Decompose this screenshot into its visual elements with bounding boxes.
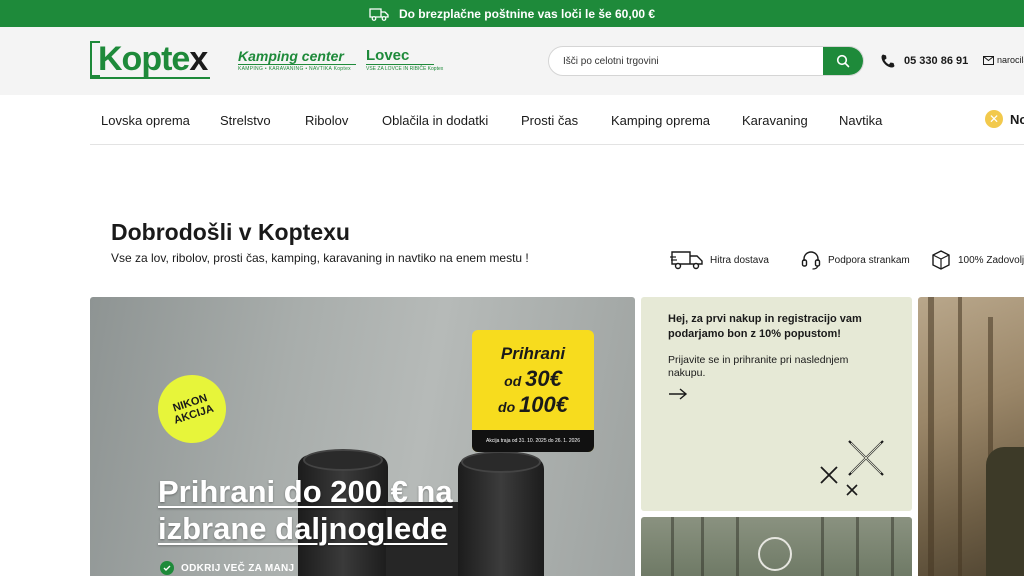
feature-satisfaction: 100% Zadovoljstvo [930,249,1024,271]
email-link[interactable]: narocila@koptex.si [983,55,1024,65]
nav-item-lovska-oprema[interactable]: Lovska oprema [101,113,190,128]
savings-promo-box: Prihrani od 30€ do 100€ Akcija traja od … [472,330,594,452]
hero-cta-link[interactable]: ODKRIJ VEČ ZA MANJ [160,561,294,575]
welcome-title: Dobrodošli v Koptexu [111,219,350,245]
hunting-image-card[interactable] [918,297,1024,576]
page: Do brezplačne poštnine vas loči le še 60… [0,0,1024,576]
lovec-logo[interactable]: Lovec VSE ZA LOVCE IN RIBIČE Koptex [366,47,444,72]
nav-item-novo[interactable]: ✕ Novo [985,110,1024,128]
lovec-title: Lovec [366,47,410,64]
phone-link[interactable]: 05 330 86 91 [880,53,968,69]
search-button[interactable] [823,47,863,75]
bonus-title: Hej, za prvi nakup in registracijo vam p… [668,313,862,340]
nav-item-kamping-oprema[interactable]: Kamping oprema [611,113,710,128]
box-check-icon [932,250,950,270]
search-input[interactable] [549,47,825,75]
hunter-image [986,447,1024,576]
headset-icon [801,251,821,270]
close-circle-icon: ✕ [985,110,1003,128]
nav-item-strelstvo[interactable]: Strelstvo [220,113,271,128]
logo-x: x [189,40,208,78]
koptex-logo[interactable]: Koptex [90,39,212,79]
nikon-akcija-badge: NIKON AKCIJA [149,366,235,452]
kamping-center-logo[interactable]: Kamping center KAMPING • KARAVANING • NA… [238,48,356,72]
welcome-subtitle: Vse za lov, ribolov, prosti čas, kamping… [111,251,529,265]
nav-item-karavaning[interactable]: Karavaning [742,113,808,128]
envelope-icon [983,55,994,65]
promo-dates: Akcija traja od 31. 10. 2025 do 26. 1. 2… [472,430,594,452]
truck-icon [670,251,703,270]
feature-label: 100% Zadovoljstvo [958,254,1024,266]
lovec-subtitle: VSE ZA LOVCE IN RIBIČE Koptex [366,64,444,72]
kamping-title: Kamping center [238,48,344,64]
kamping-subtitle: KAMPING • KARAVANING • NAVTIKA Koptex [238,64,356,72]
phone-icon [881,54,895,68]
logo-text: Kopte [98,40,190,78]
email-address: narocila@koptex.si [997,55,1024,65]
cross-marks-icon [820,440,884,496]
truck-icon [369,7,389,21]
feature-fast-delivery: Hitra dostava [670,249,769,271]
arrow-right-icon[interactable] [668,388,688,400]
hero-title[interactable]: Prihrani do 200 € na izbrane daljnoglede [158,473,488,547]
registration-bonus-card[interactable]: Hej, za prvi nakup in registracijo vam p… [641,297,912,511]
phone-number: 05 330 86 91 [904,55,969,67]
feature-label: Podpora strankam [828,254,910,266]
free-shipping-bar: Do brezplačne poštnine vas loči le še 60… [0,0,1024,27]
search-icon [836,54,850,68]
free-shipping-text: Do brezplačne poštnine vas loči le še 60… [398,6,656,21]
beretta-promo-card[interactable] [641,517,912,576]
nav-item-oblacila[interactable]: Oblačila in dodatki [382,113,488,128]
search-bar [548,46,864,76]
hero-banner[interactable]: NIKON AKCIJA Prihrani od 30€ do 100€ Akc… [90,297,635,576]
feature-label: Hitra dostava [710,254,769,266]
bonus-text: Prijavite se in prihranite pri naslednje… [668,354,849,379]
site-header: Koptex Kamping center KAMPING • KARAVANI… [0,27,1024,95]
main-navigation: Lovska oprema Strelstvo Ribolov Oblačila… [90,95,1024,145]
nav-extra-label: Novo [1010,111,1024,127]
check-icon [160,561,174,575]
nav-item-navtika[interactable]: Navtika [839,113,882,128]
nav-item-ribolov[interactable]: Ribolov [305,113,348,128]
feature-support: Podpora strankam [800,249,910,271]
beretta-logo-icon [758,537,792,571]
nav-item-prosti-cas[interactable]: Prosti čas [521,113,578,128]
